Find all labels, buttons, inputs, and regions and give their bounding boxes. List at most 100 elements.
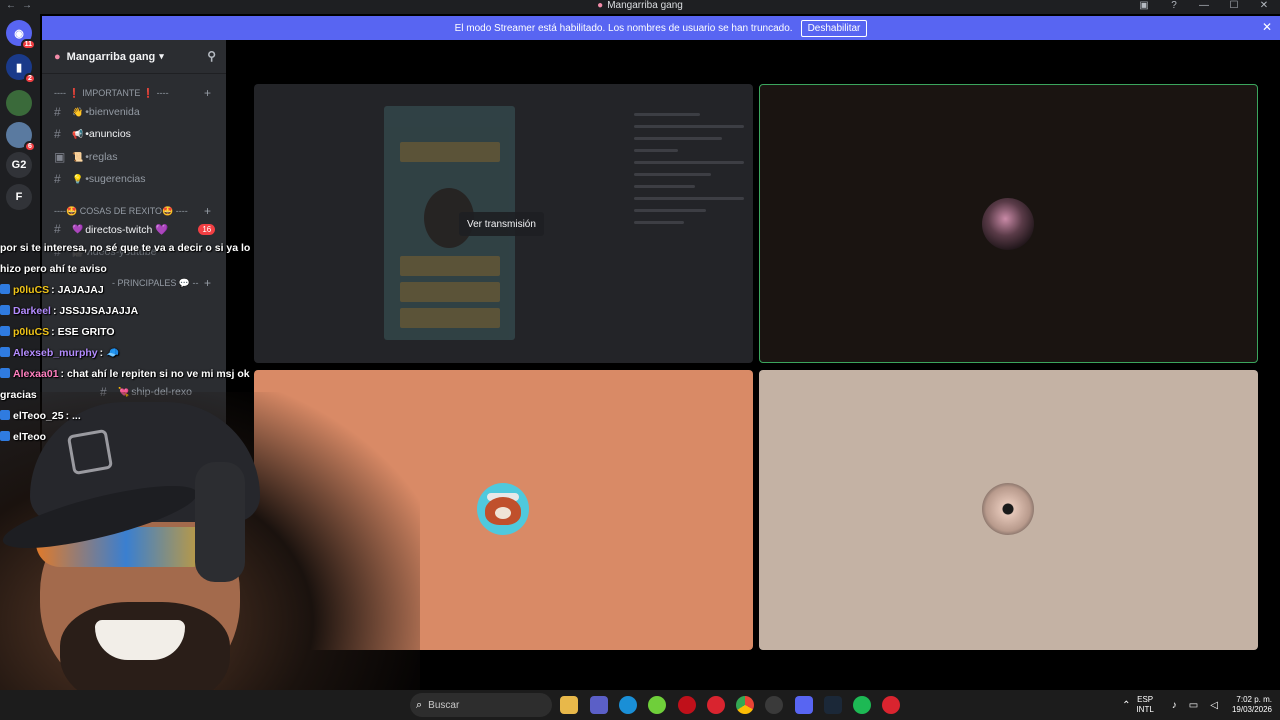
chevron-up-icon[interactable]: ⌃ [1122, 700, 1130, 711]
steam-icon[interactable] [824, 696, 842, 714]
hash-icon: # [54, 105, 61, 119]
category-importante[interactable]: ---- ❗ IMPORTANTE ❗ ---- + [54, 86, 211, 100]
streamer-mode-banner: El modo Streamer está habilitado. Los no… [42, 16, 1280, 40]
chat-text: : ESE GRITO [51, 326, 115, 338]
chat-badge-icon [0, 410, 10, 420]
chat-username: Alexaa01 [13, 368, 59, 380]
file-explorer-icon[interactable] [560, 696, 578, 714]
app-icon[interactable] [765, 696, 783, 714]
chat-text: : chat ahí le repiten si no ve mi msj ok [60, 368, 250, 380]
language-indicator[interactable]: ESP INTL [1136, 695, 1153, 715]
mic-icon[interactable]: ♪ [1172, 700, 1177, 711]
chat-username: elTeoo [13, 431, 47, 443]
channel-sugerencias[interactable]: # 💡 •sugerencias [54, 169, 146, 189]
chat-message: por si te interesa, no sé que te va a de… [0, 238, 300, 259]
chat-username: elTeoo_25 [13, 410, 64, 422]
participant-tile-speaking[interactable] [759, 84, 1258, 363]
inbox-icon[interactable]: ▣ [1136, 0, 1152, 12]
close-window-icon[interactable]: ✕ [1256, 0, 1272, 12]
server-icon-3[interactable] [6, 90, 32, 116]
avatar [982, 198, 1034, 250]
channel-emoji: 💡 [72, 173, 84, 184]
notification-badge: 11 [20, 39, 36, 50]
channel-label: •reglas [85, 151, 118, 163]
channel-anuncios[interactable]: # 📢 •anuncios [54, 124, 131, 144]
chat-text: : JAJAJAJ [51, 284, 104, 296]
teams-icon[interactable] [590, 696, 608, 714]
watch-stream-button[interactable]: Ver transmisión [459, 212, 544, 236]
system-tray: ⌃ ESP INTL ♪ ▭ ◁ 7:02 p. m. 19/03/2026 [1116, 690, 1280, 720]
search-placeholder: Buscar [428, 699, 460, 711]
spotify-icon[interactable] [853, 696, 871, 714]
maximize-icon[interactable]: ☐ [1226, 0, 1242, 12]
help-icon[interactable]: ? [1166, 0, 1182, 12]
clock[interactable]: 7:02 p. m. 19/03/2026 [1232, 695, 1272, 715]
taskbar-search[interactable]: ⌕ Buscar [410, 693, 552, 717]
chat-username: Alexseb_murphy [13, 347, 98, 359]
app-icon[interactable] [882, 696, 900, 714]
chat-message: elTeoo [0, 427, 300, 448]
server-f[interactable]: F [6, 184, 32, 210]
close-icon[interactable]: ✕ [1262, 20, 1272, 34]
chat-message: hizo pero ahí te aviso [0, 259, 300, 280]
channel-reglas[interactable]: ▣ 📜 •reglas [54, 147, 118, 167]
chat-message: gracias [0, 385, 300, 406]
opera-icon[interactable] [678, 696, 696, 714]
chat-badge-icon [0, 305, 10, 315]
lang-top: ESP [1137, 695, 1154, 704]
chat-message: Alexseb_murphy: 🧢 [0, 343, 300, 364]
add-user-icon[interactable]: ⚲ [207, 49, 216, 63]
network-icon[interactable]: ▭ [1189, 700, 1198, 711]
minimize-icon[interactable]: — [1196, 0, 1212, 12]
channel-emoji: 📜 [72, 151, 84, 162]
search-icon: ⌕ [416, 698, 423, 711]
chat-badge-icon [0, 431, 10, 441]
avatar [982, 483, 1034, 535]
xbox-icon[interactable] [648, 696, 666, 714]
clock-date: 19/03/2026 [1231, 705, 1272, 714]
channel-label: directos-twitch 💜 [85, 223, 169, 236]
home-button[interactable]: ◉ 11 [6, 20, 36, 50]
category-cosas-de-rexito[interactable]: ----🤩 COSAS DE REXITO🤩 ---- + [54, 204, 211, 218]
soundwave-icon: ▮ [15, 61, 23, 74]
server-icon: ● [54, 50, 61, 63]
stream-chat-overlay: por si te interesa, no sé que te va a de… [0, 238, 300, 448]
chevron-down-icon: ▾ [159, 51, 164, 61]
discord-taskbar-icon[interactable] [795, 696, 813, 714]
chat-username: p0luCS [13, 326, 50, 338]
chat-username: p0luCS [13, 284, 50, 296]
server-icon-4[interactable]: 6 [6, 122, 36, 152]
taskbar: ⌕ Buscar ⌃ ESP INTL ♪ ▭ ◁ 7:02 p. m. 19/… [0, 690, 1280, 720]
app-icon[interactable] [707, 696, 725, 714]
chat-message: Alexaa01: chat ahí le repiten si no ve m… [0, 364, 300, 385]
discord-icon: ◉ [14, 27, 24, 40]
category-label: ---- ❗ IMPORTANTE ❗ ---- [54, 88, 169, 98]
server-header[interactable]: ● Mangarriba gang ▾ ⚲ [42, 40, 226, 74]
chat-text: : 🧢 [99, 347, 120, 359]
channel-label: •sugerencias [85, 173, 146, 185]
chrome-icon[interactable] [736, 696, 754, 714]
edge-icon[interactable] [619, 696, 637, 714]
notification-badge: 2 [24, 73, 36, 84]
chat-badge-icon [0, 368, 10, 378]
chat-badge-icon [0, 347, 10, 357]
add-channel-icon[interactable]: + [204, 204, 211, 218]
channel-label: •bienvenida [85, 106, 140, 118]
disable-button[interactable]: Deshabilitar [800, 19, 868, 37]
stream-tile[interactable]: Ver transmisión [254, 84, 753, 363]
channel-directos-twitch[interactable]: # 💜 directos-twitch 💜 16 [54, 219, 216, 239]
participant-tile[interactable] [759, 370, 1258, 650]
chat-text: gracias [0, 389, 37, 401]
add-channel-icon[interactable]: + [204, 86, 211, 100]
server-g2[interactable]: G2 [6, 152, 32, 178]
lang-bottom: INTL [1136, 705, 1154, 714]
chat-username: Darkeel [13, 305, 51, 317]
window-title: ● Mangarriba gang [0, 0, 1280, 12]
server-icon-2[interactable]: ▮ 2 [6, 54, 36, 84]
mention-badge: 16 [198, 223, 216, 235]
volume-icon[interactable]: ◁ [1210, 700, 1218, 711]
category-label: ----🤩 COSAS DE REXITO🤩 ---- [54, 206, 188, 216]
rules-icon: ▣ [54, 150, 66, 164]
chat-text: : JSSJJSAJAJJA [52, 305, 139, 317]
channel-bienvenida[interactable]: # 👋 •bienvenida [54, 102, 140, 122]
